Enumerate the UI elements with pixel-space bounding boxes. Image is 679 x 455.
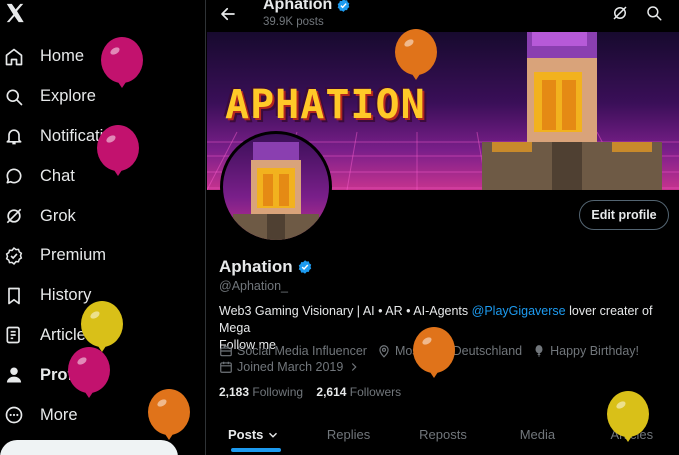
tab-replies[interactable]: Replies bbox=[301, 414, 395, 455]
followers-count: 2,614 bbox=[316, 385, 347, 399]
follow-stats: 2,183 Following 2,614 Followers bbox=[219, 385, 401, 399]
more-icon bbox=[4, 405, 24, 425]
profile-main: Aphation 39.9K posts APHATION Edit profi… bbox=[207, 0, 679, 455]
following-link[interactable]: 2,183 Following bbox=[219, 385, 303, 399]
profile-handle: @Aphation_ bbox=[219, 279, 288, 293]
profile-header-bar: Aphation 39.9K posts bbox=[207, 0, 679, 32]
header-name-text: Aphation bbox=[263, 0, 333, 13]
chevron-right-icon[interactable] bbox=[347, 360, 361, 374]
profile-joined-row: Joined March 2019 bbox=[219, 360, 371, 374]
nav-label: Grok bbox=[40, 206, 76, 225]
post-count: 39.9K posts bbox=[263, 16, 324, 28]
verified-badge-icon bbox=[338, 0, 350, 12]
meta-category: Social Media Influencer bbox=[219, 344, 367, 358]
nav-item-grok[interactable]: Grok bbox=[0, 196, 206, 236]
balloon-decoration bbox=[101, 37, 143, 88]
followers-label: Followers bbox=[349, 385, 402, 399]
balloon-decoration bbox=[413, 327, 455, 378]
tab-label: Media bbox=[519, 427, 556, 442]
meta-birthday-text: Happy Birthday! bbox=[550, 344, 640, 358]
balloon-icon bbox=[535, 345, 543, 357]
tab-media[interactable]: Media bbox=[490, 414, 584, 455]
header-title: Aphation bbox=[263, 0, 351, 14]
bell-icon bbox=[4, 126, 24, 146]
balloon-decoration bbox=[607, 391, 649, 442]
grok-icon bbox=[4, 206, 24, 226]
meta-birthday: Happy Birthday! bbox=[532, 344, 639, 358]
chat-icon bbox=[4, 166, 24, 186]
nav-item-premium[interactable]: Premium bbox=[0, 236, 206, 276]
following-label: Following bbox=[252, 385, 304, 399]
grok-icon[interactable] bbox=[611, 4, 629, 22]
meta-joined: Joined March 2019 bbox=[219, 360, 361, 374]
nav-label: Premium bbox=[40, 246, 107, 265]
edit-profile-button[interactable]: Edit profile bbox=[579, 200, 669, 230]
briefcase-icon bbox=[220, 345, 232, 357]
nav-label: Chat bbox=[40, 166, 75, 185]
articles-icon bbox=[4, 325, 24, 345]
profile-avatar[interactable] bbox=[220, 131, 332, 243]
verified-badge-icon bbox=[298, 260, 311, 274]
person-icon bbox=[4, 365, 24, 385]
tab-reposts[interactable]: Reposts bbox=[396, 414, 490, 455]
balloon-decoration bbox=[148, 389, 190, 440]
location-pin-icon bbox=[379, 345, 389, 358]
followers-link[interactable]: 2,614 Followers bbox=[316, 385, 401, 399]
meta-joined-text: Joined March 2019 bbox=[237, 360, 344, 374]
home-icon bbox=[4, 47, 24, 67]
nav-label: More bbox=[40, 405, 78, 424]
profile-display-name: Aphation bbox=[219, 257, 313, 277]
profile-name-text: Aphation bbox=[219, 257, 293, 276]
balloon-decoration bbox=[68, 347, 110, 398]
nav-label: Explore bbox=[40, 87, 96, 106]
search-icon bbox=[4, 87, 24, 107]
bio-text: Web3 Gaming Visionary | AI • AR • AI-Age… bbox=[219, 304, 472, 318]
avatar-illustration bbox=[233, 142, 319, 240]
pixel-character-illustration bbox=[482, 32, 662, 190]
meta-category-text: Social Media Influencer bbox=[237, 344, 367, 358]
tab-label: Reposts bbox=[419, 427, 467, 442]
tab-label: Replies bbox=[326, 427, 371, 442]
banner-title: APHATION bbox=[225, 82, 426, 128]
bio-mention-link[interactable]: @PlayGigaverse bbox=[472, 304, 566, 318]
balloon-decoration bbox=[97, 125, 139, 176]
tab-label: Posts bbox=[228, 427, 264, 442]
calendar-icon bbox=[220, 361, 232, 373]
x-logo-icon[interactable] bbox=[4, 2, 26, 24]
balloon-decoration bbox=[395, 29, 437, 80]
tab-posts[interactable]: Posts bbox=[207, 414, 301, 455]
chevron-down-icon bbox=[269, 432, 278, 438]
following-count: 2,183 bbox=[219, 385, 250, 399]
nav-label: Home bbox=[40, 47, 85, 66]
premium-icon bbox=[4, 246, 24, 266]
back-arrow-icon[interactable] bbox=[219, 5, 237, 23]
search-icon[interactable] bbox=[645, 4, 663, 22]
bookmark-icon bbox=[4, 286, 24, 306]
